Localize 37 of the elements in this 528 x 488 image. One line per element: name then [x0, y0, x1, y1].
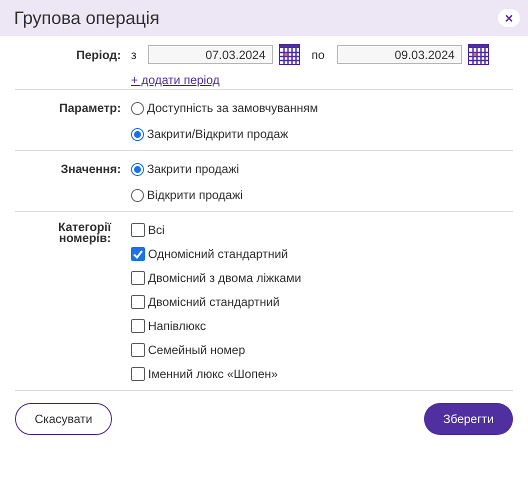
calendar-icon[interactable]: [468, 44, 489, 65]
cancel-button[interactable]: Скасувати: [15, 403, 112, 435]
to-label: по: [312, 48, 325, 62]
checkbox[interactable]: [131, 367, 145, 381]
radio-button[interactable]: [131, 102, 144, 114]
checkbox[interactable]: [131, 271, 145, 285]
date-field[interactable]: 09.03.2024: [336, 45, 462, 64]
option-label: Доступність за замовчуванням: [147, 100, 318, 116]
radio-button[interactable]: [131, 162, 144, 176]
checkbox[interactable]: [131, 343, 145, 357]
add-period-link[interactable]: + додати період: [131, 73, 220, 87]
radio-button[interactable]: [131, 188, 144, 202]
checkbox[interactable]: [131, 247, 145, 261]
radio-button[interactable]: [131, 128, 144, 140]
field-label: Параметр:: [58, 100, 122, 116]
window-title: Групова операція: [14, 8, 160, 28]
field-label: Категорії номерів:: [57, 222, 112, 244]
close-button[interactable]: ×: [498, 9, 520, 27]
option-label: Іменний люкс «Шопен»: [148, 366, 278, 382]
option-label: Закрити/Відкрити продаж: [147, 126, 288, 142]
save-button[interactable]: Зберегти: [424, 403, 513, 435]
option-label: Семейный номер: [148, 342, 246, 358]
field-label: Значення:: [60, 161, 122, 177]
option-label: Двомісний з двома ліжками: [148, 270, 302, 286]
option-label: Напівлюкс: [148, 318, 206, 334]
checkbox[interactable]: [131, 295, 145, 309]
option-label: Відкрити продажі: [147, 187, 243, 203]
checkbox[interactable]: [131, 223, 145, 237]
date-field[interactable]: 07.03.2024: [148, 45, 273, 64]
option-label: Одномісний стандартний: [148, 246, 288, 262]
field-label: Період:: [75, 47, 122, 63]
option-label: Всі: [148, 222, 165, 238]
from-label: з: [131, 48, 137, 62]
option-label: Двомісний стандартний: [148, 294, 280, 310]
option-label: Закрити продажі: [147, 161, 240, 177]
calendar-icon[interactable]: [278, 44, 300, 65]
checkbox[interactable]: [131, 319, 145, 333]
